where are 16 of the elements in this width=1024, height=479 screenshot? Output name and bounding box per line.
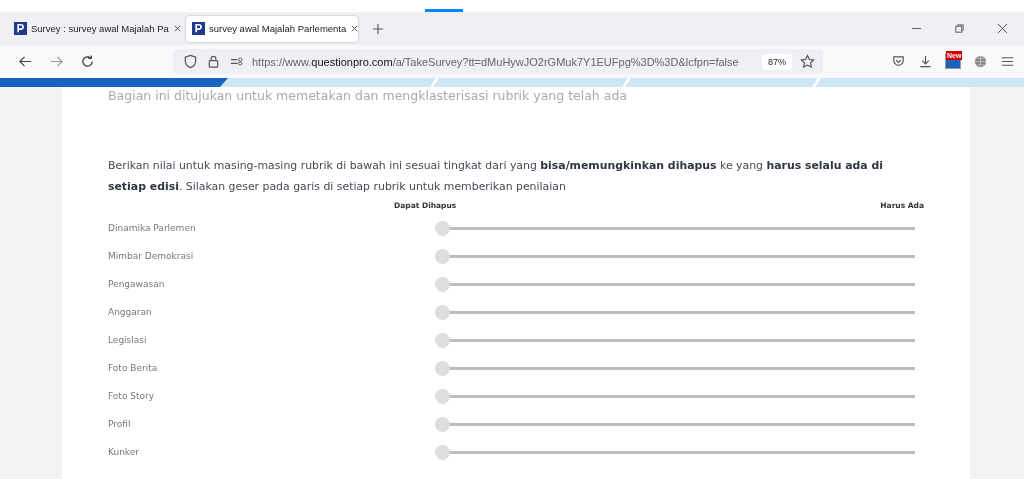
rubric-label: Kunker <box>108 447 140 457</box>
browser-tab[interactable]: Survey : survey awal Majalah Pa <box>8 15 180 42</box>
section-description: Bagian ini ditujukan untuk memetakan dan mengklasterisasi rubrik yang telah ada <box>108 88 628 103</box>
address-bar[interactable]: https://www.questionpro.com/a/TakeSurvey?tt=dMuHywJO2rGMuk7Y1EUFpg%3D%3D&lcfpn=false 87% <box>173 49 823 74</box>
rubric-label: Mimbar Demokrasi <box>108 251 195 261</box>
rubric-label: Legislasi <box>108 335 148 345</box>
browser-tab[interactable]: survey awal Majalah Parlementa <box>186 15 358 42</box>
rubric-label: Anggaran <box>108 307 153 317</box>
rubric-label: Foto Berita <box>108 363 159 373</box>
instructions-text: Berikan nilai untuk masing-masing rubrik di bawah ini sesuai tingkat dari yang bisa/memungkinkan dihapus ke yang harus selalu ada di setiap edisi. Silakan geser pada garis di setiap rubrik untuk memberikan penilaian <box>108 158 885 195</box>
rubric-label: Pengawasan <box>108 279 166 289</box>
rubric-label: Dinamika Parlemen <box>108 223 197 233</box>
rubric-label: Foto Story <box>108 391 156 401</box>
url-text[interactable]: https://www.questionpro.com/a/TakeSurvey?tt=dMuHywJO2rGMuk7Y1EUFpg%3D%3D&lcfpn=false <box>252 55 754 68</box>
rubric-label: Profil <box>108 419 132 429</box>
zoom-level-button[interactable]: 87% <box>762 53 792 70</box>
